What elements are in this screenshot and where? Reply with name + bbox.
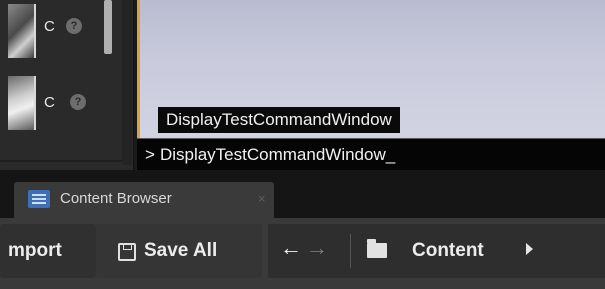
help-icon[interactable]: ?: [66, 18, 82, 34]
folder-icon[interactable]: [367, 239, 387, 258]
asset-thumbnail[interactable]: [8, 76, 36, 130]
content-browser-icon: [28, 190, 50, 208]
asset-label: C: [44, 94, 55, 111]
scrollbar-thumb[interactable]: [104, 0, 112, 54]
console-command-input[interactable]: > DisplayTestCommandWindow_: [137, 138, 605, 171]
back-arrow-icon[interactable]: ←: [280, 235, 302, 261]
tab-content-browser[interactable]: Content Browser ×: [14, 182, 274, 218]
close-icon[interactable]: ×: [258, 191, 266, 206]
import-label: mport: [8, 240, 62, 261]
console-prompt: >: [145, 145, 155, 164]
path-content-button[interactable]: Content: [412, 224, 484, 278]
save-all-label: Save All: [144, 240, 218, 261]
asset-list-item[interactable]: C ?: [0, 72, 122, 134]
tab-label: Content Browser: [60, 190, 172, 207]
import-button[interactable]: mport: [0, 224, 96, 278]
asset-thumbnail[interactable]: [8, 4, 36, 58]
help-icon[interactable]: ?: [70, 94, 86, 110]
forward-arrow-icon[interactable]: →: [306, 235, 328, 261]
scrollbar-track[interactable]: [122, 0, 132, 165]
tab-strip: Content Browser ×: [0, 170, 605, 218]
content-browser-toolbar: mport Save All ← → Content: [0, 218, 605, 289]
editor-window: C ? C ? DisplayTestCommandWindow > Displa…: [0, 0, 605, 289]
asset-panel: C ? C ?: [0, 0, 134, 170]
console-autocomplete-suggestion[interactable]: DisplayTestCommandWindow: [158, 107, 400, 133]
divider: [0, 160, 123, 162]
divider: [350, 234, 351, 268]
chevron-right-icon[interactable]: [526, 243, 533, 255]
console-input-text: DisplayTestCommandWindow_: [159, 145, 396, 164]
path-navigation: ← → Content: [268, 224, 605, 278]
save-all-button[interactable]: Save All: [96, 224, 262, 278]
save-icon: [118, 243, 136, 261]
asset-label: C: [44, 18, 55, 35]
